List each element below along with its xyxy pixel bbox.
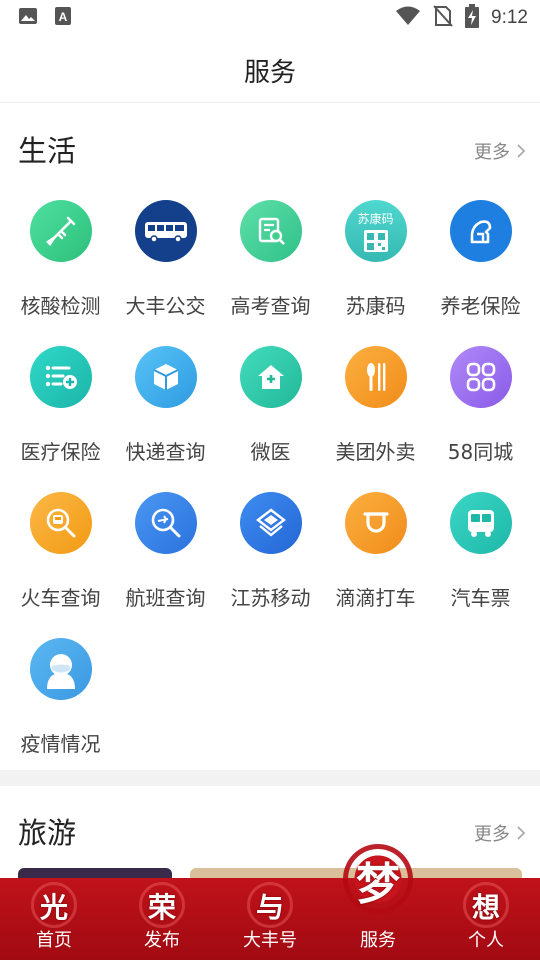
- service-item[interactable]: 江苏移动: [218, 492, 323, 611]
- service-label: 航班查询: [125, 586, 206, 610]
- service-label: 高考查询: [230, 294, 311, 318]
- tab-glyph: 与: [255, 891, 285, 924]
- health-code-text: 苏康码: [357, 211, 394, 226]
- wifi-icon: [395, 6, 421, 30]
- section-title-life: 生活: [18, 134, 77, 168]
- service-item[interactable]: 疫情情况: [8, 638, 113, 757]
- service-label: 滴滴打车: [335, 586, 416, 610]
- service-label: 58同城: [447, 440, 514, 464]
- section-title-travel: 旅游: [18, 816, 77, 850]
- didi-icon: [344, 492, 407, 554]
- service-item[interactable]: 火车查询: [8, 492, 113, 611]
- health-qr-icon: 苏康码: [344, 200, 407, 262]
- service-item[interactable]: 微医: [218, 346, 323, 465]
- service-item[interactable]: 快递查询: [113, 346, 218, 465]
- text-notification-icon: A: [54, 6, 72, 30]
- clock: 9:12: [491, 7, 528, 28]
- tab-profile[interactable]: 想 个人: [432, 878, 540, 960]
- service-item[interactable]: 58同城: [428, 346, 533, 465]
- service-label: 美团外卖: [335, 440, 416, 464]
- service-label: 养老保险: [440, 294, 521, 318]
- tab-home[interactable]: 光 首页: [0, 878, 108, 960]
- syringe-icon: [29, 200, 92, 262]
- battery-charging-icon: [465, 4, 480, 32]
- service-label: 疫情情况: [20, 732, 101, 756]
- home-clinic-icon: [239, 346, 302, 408]
- chevron-right-icon: [517, 826, 526, 840]
- tab-label: 大丰号: [243, 930, 297, 951]
- service-label: 江苏移动: [230, 586, 311, 610]
- more-label: 更多: [474, 142, 510, 163]
- service-item[interactable]: 高考查询: [218, 200, 323, 319]
- tab-services[interactable]: 梦 服务: [324, 844, 432, 960]
- tab-label: 个人: [468, 930, 504, 951]
- svg-text:A: A: [59, 10, 68, 24]
- service-label: 医疗保险: [20, 440, 101, 464]
- masked-person-icon: [29, 638, 92, 700]
- flight-search-icon: [134, 492, 197, 554]
- service-item[interactable]: 苏康码 苏康码: [323, 200, 428, 319]
- bus-icon: [134, 200, 197, 262]
- tab-glyph: 荣: [147, 891, 177, 924]
- package-icon: [134, 346, 197, 408]
- life-more-link[interactable]: 更多: [474, 138, 526, 164]
- no-sim-icon: [433, 5, 453, 31]
- tab-glyph: 光: [39, 891, 69, 924]
- tab-label: 首页: [36, 930, 72, 951]
- image-icon: [18, 7, 38, 29]
- service-item[interactable]: 核酸检测: [8, 200, 113, 319]
- service-item[interactable]: 汽车票: [428, 492, 533, 611]
- service-label: 苏康码: [345, 294, 406, 318]
- header-divider: [0, 102, 540, 103]
- service-label: 大丰公交: [125, 294, 206, 318]
- service-item[interactable]: 航班查询: [113, 492, 218, 611]
- elder-insurance-icon: [449, 200, 512, 262]
- service-item[interactable]: 美团外卖: [323, 346, 428, 465]
- bottom-tab-bar: 光 首页 荣 发布 与 大丰号 梦 服务 想 个人: [0, 844, 540, 960]
- service-label: 微医: [250, 440, 291, 464]
- service-label: 核酸检测: [20, 294, 101, 318]
- more-label: 更多: [474, 824, 510, 845]
- coach-icon: [449, 492, 512, 554]
- medical-insurance-icon: [29, 346, 92, 408]
- grid-apps-icon: [449, 346, 512, 408]
- service-label: 快递查询: [125, 440, 206, 464]
- service-item[interactable]: 大丰公交: [113, 200, 218, 319]
- life-section-header: 生活 更多: [0, 118, 540, 178]
- service-label: 火车查询: [20, 586, 101, 610]
- exam-search-icon: [239, 200, 302, 262]
- service-item[interactable]: 养老保险: [428, 200, 533, 319]
- life-section: 生活 更多: [0, 118, 540, 178]
- chevron-right-icon: [517, 144, 526, 158]
- fork-knife-icon: [344, 346, 407, 408]
- tab-glyph: 梦: [356, 859, 400, 910]
- tab-glyph: 想: [471, 891, 501, 924]
- travel-more-link[interactable]: 更多: [474, 820, 526, 846]
- service-item[interactable]: 滴滴打车: [323, 492, 428, 611]
- train-search-icon: [29, 492, 92, 554]
- section-separator: [0, 770, 540, 786]
- tab-dafeng-account[interactable]: 与 大丰号: [216, 878, 324, 960]
- travel-section-header: 旅游 更多: [0, 800, 540, 860]
- service-label: 汽车票: [450, 586, 511, 610]
- service-item[interactable]: 医疗保险: [8, 346, 113, 465]
- page-title: 服务: [243, 58, 296, 88]
- status-bar: A 9:12: [0, 0, 540, 36]
- travel-section: 旅游 更多: [0, 800, 540, 860]
- tab-label: 服务: [360, 930, 396, 951]
- china-mobile-icon: [239, 492, 302, 554]
- tab-publish[interactable]: 荣 发布: [108, 878, 216, 960]
- tab-label: 发布: [144, 930, 180, 951]
